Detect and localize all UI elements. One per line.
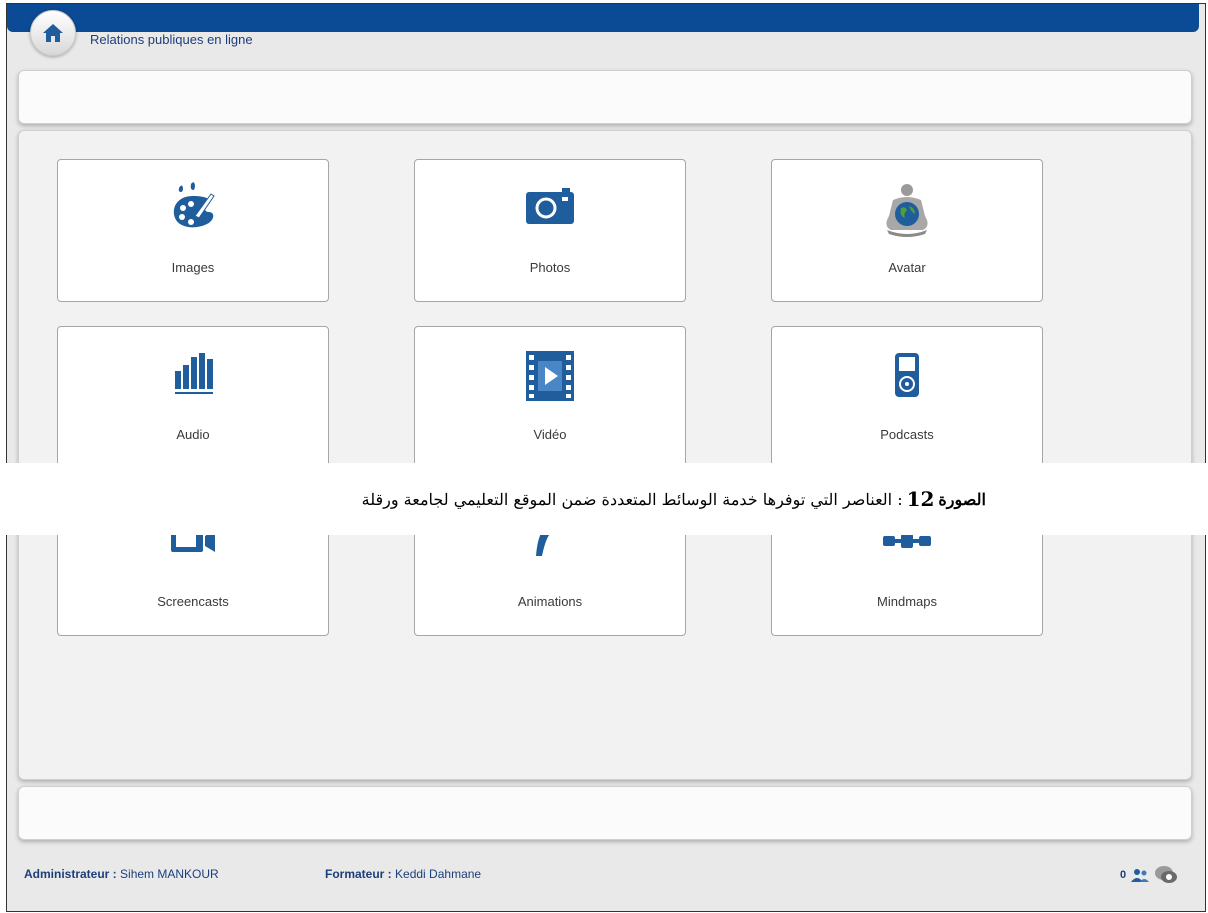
chat-icon[interactable] (1154, 864, 1178, 886)
tile-label: Podcasts (880, 427, 934, 442)
caption-label: الصورة (938, 489, 986, 509)
top-bar (7, 4, 1199, 32)
media-panel: Images Photos Avatar Audio Vidéo Podcast… (18, 130, 1192, 780)
tile-avatar[interactable]: Avatar (771, 159, 1043, 302)
tile-label: Vidéo (533, 427, 567, 442)
tile-label: Animations (517, 594, 583, 609)
figure-caption: الصورة 12 : العناصر التي توفرها خدمة الو… (0, 463, 1208, 535)
palette-icon (173, 182, 215, 228)
tile-label: Screencasts (157, 594, 229, 609)
users-icon (1131, 869, 1150, 882)
tile-photos[interactable]: Photos (414, 159, 686, 302)
avatar-globe-icon (886, 184, 928, 237)
tile-podcasts[interactable]: Podcasts (771, 326, 1043, 469)
tile-video[interactable]: Vidéo (414, 326, 686, 469)
media-player-icon (895, 353, 919, 397)
tile-label: Photos (529, 260, 571, 275)
toolbar-panel (18, 70, 1192, 124)
film-play-icon (526, 351, 574, 401)
online-count: 0 (1120, 869, 1127, 881)
bottom-panel (18, 786, 1192, 840)
admin-label: Administrateur : (24, 867, 117, 881)
trainer-name: Keddi Dahmane (395, 867, 482, 881)
trainer-label: Formateur : (325, 867, 392, 881)
caption-text: : العناصر التي توفرها خدمة الوسائط المتع… (361, 489, 903, 509)
tile-label: Avatar (888, 260, 926, 275)
admin-name: Sihem MANKOUR (120, 867, 219, 881)
tile-label: Images (171, 260, 215, 275)
home-icon (43, 24, 63, 42)
tile-label: Audio (176, 427, 210, 442)
home-button[interactable] (30, 10, 76, 56)
footer-admin: Administrateur : Sihem MANKOUR (24, 867, 219, 881)
online-users[interactable]: 0 (1120, 864, 1178, 886)
camera-icon (526, 188, 574, 224)
tile-audio[interactable]: Audio (57, 326, 329, 469)
footer-trainer: Formateur : Keddi Dahmane (325, 867, 481, 881)
tile-images[interactable]: Images (57, 159, 329, 302)
tile-label: Mindmaps (877, 594, 937, 609)
audio-bars-icon (175, 353, 213, 394)
caption-number: 12 (906, 487, 935, 511)
site-title: Relations publiques en ligne (90, 32, 253, 47)
